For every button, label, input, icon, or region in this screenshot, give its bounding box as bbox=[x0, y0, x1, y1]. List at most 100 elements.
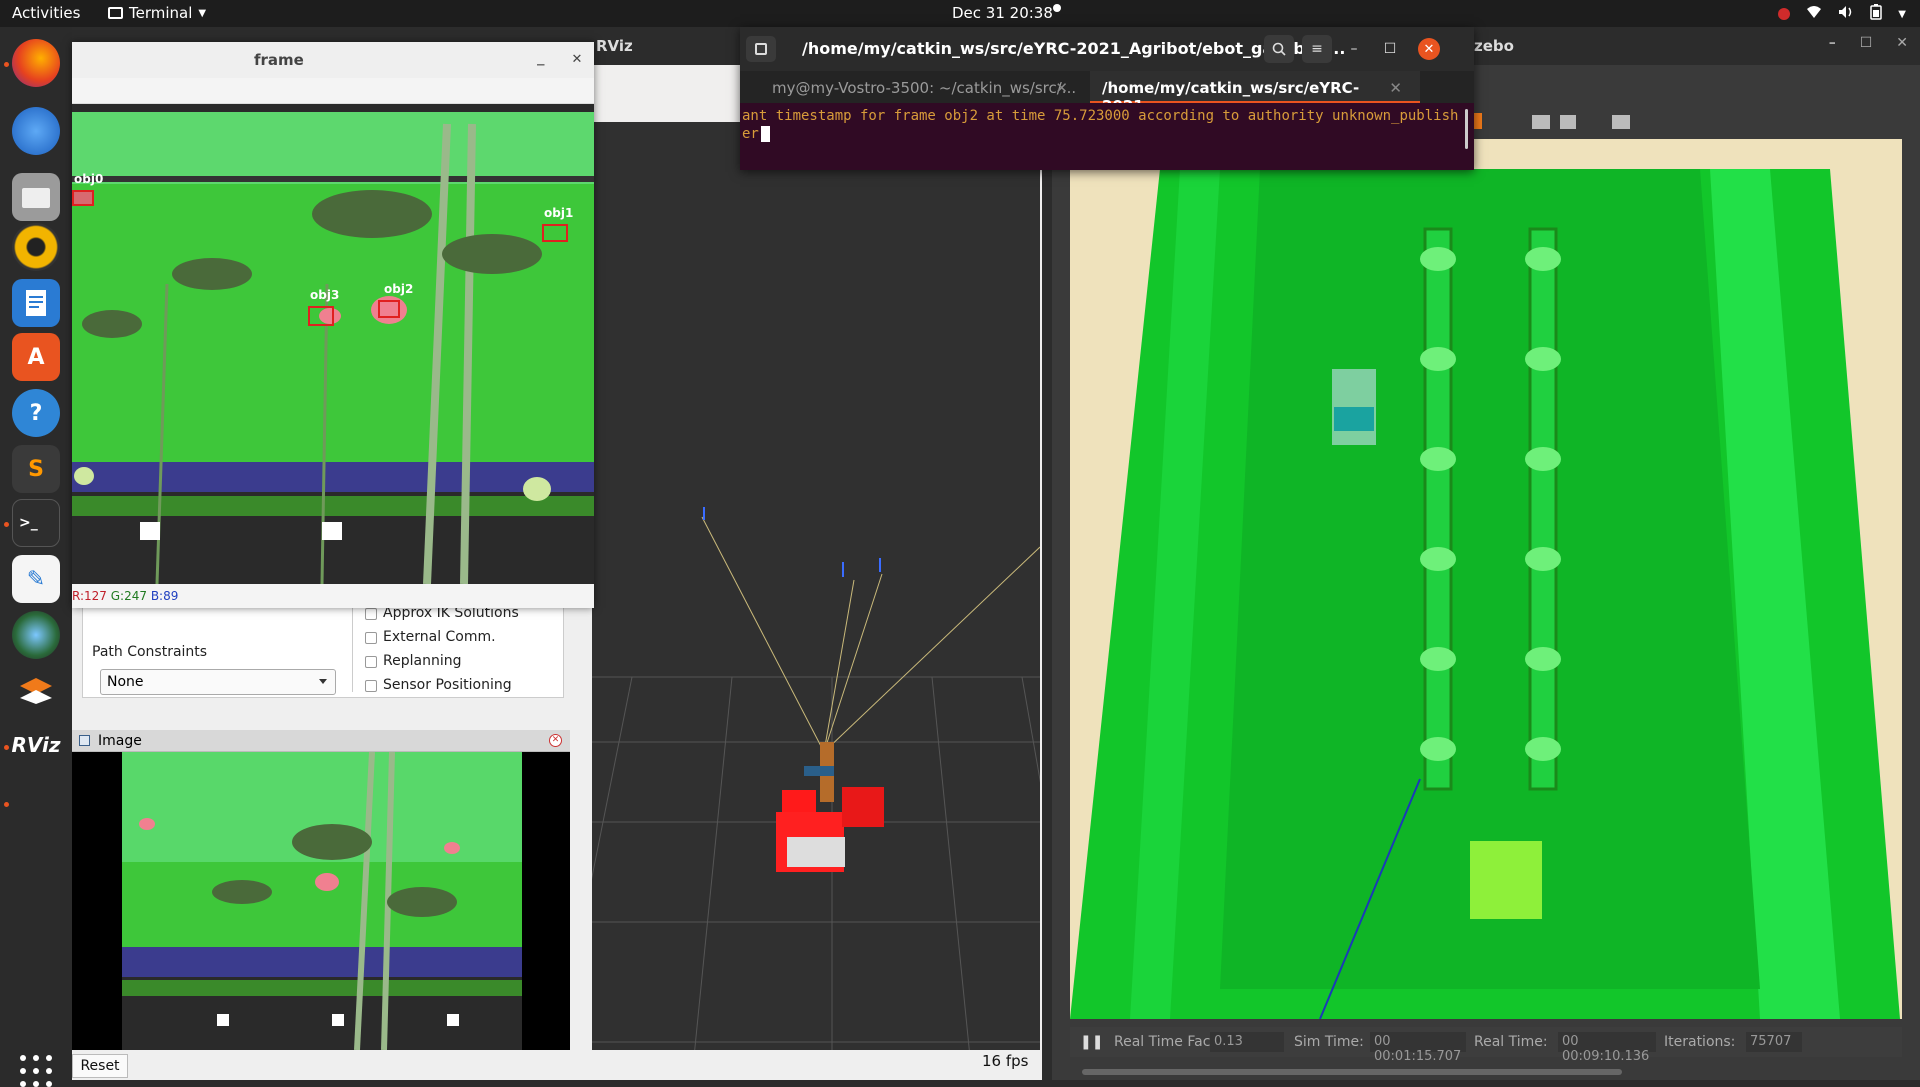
terminal-icon bbox=[108, 7, 123, 19]
record-indicator-icon bbox=[1778, 8, 1791, 20]
terminal-tab-active[interactable]: /home/my/catkin_ws/src/eYRC-2021_... ✕ bbox=[1090, 71, 1420, 115]
close-button[interactable]: ✕ bbox=[1418, 38, 1440, 60]
globe-icon[interactable] bbox=[12, 611, 60, 659]
vertical-scrollbar[interactable] bbox=[1465, 109, 1468, 149]
minimize-button[interactable]: – bbox=[1340, 35, 1368, 63]
rhythmbox-icon[interactable] bbox=[12, 223, 60, 271]
close-icon[interactable]: ✕ bbox=[549, 734, 562, 747]
power-menu-icon: ▼ bbox=[1898, 8, 1906, 20]
window-title: zebo bbox=[1474, 37, 1514, 55]
maximize-button[interactable]: ☐ bbox=[1376, 35, 1404, 63]
close-icon[interactable]: ✕ bbox=[1055, 79, 1068, 97]
external-comm-label: External Comm. bbox=[383, 629, 496, 645]
running-indicator bbox=[4, 522, 9, 527]
close-icon[interactable]: ✕ bbox=[1896, 35, 1908, 51]
replanning-label: Replanning bbox=[383, 653, 462, 669]
iterations-label: Iterations: bbox=[1664, 1034, 1736, 1050]
rviz-status-bar bbox=[592, 1050, 1040, 1080]
gazebo-3d-view[interactable] bbox=[1070, 139, 1902, 1019]
frame-window: frame _ ✕ obj0 obj1 obj2 obj3 R:127 G:24… bbox=[72, 42, 594, 608]
minimize-icon[interactable]: _ bbox=[537, 48, 545, 66]
frame-toolbar bbox=[72, 78, 594, 104]
dock: A ? S >_ ✎ RViz bbox=[0, 27, 72, 1087]
horizontal-scrollbar[interactable] bbox=[1082, 1069, 1622, 1075]
divider bbox=[352, 600, 353, 692]
system-tray[interactable]: ▼ bbox=[1778, 4, 1906, 24]
layers-icon[interactable] bbox=[12, 667, 60, 715]
pixel-g-value: G:247 bbox=[110, 589, 147, 603]
window-title: RViz bbox=[596, 37, 633, 55]
firefox-icon[interactable] bbox=[12, 39, 60, 87]
detection-box-obj0 bbox=[72, 190, 94, 206]
pixel-info-bar: R:127 G:247 B:89 bbox=[72, 584, 594, 608]
image-panel-title: Image bbox=[98, 733, 142, 749]
gazebo-status-bar: ❚❚ Real Time Factor: 0.13 Sim Time: 00 0… bbox=[1070, 1027, 1902, 1064]
close-icon[interactable]: ✕ bbox=[569, 52, 585, 68]
running-indicator bbox=[4, 745, 9, 750]
image-panel bbox=[72, 752, 570, 1050]
approx-ik-checkbox[interactable] bbox=[365, 608, 377, 620]
thunderbird-icon[interactable] bbox=[12, 107, 60, 155]
iterations-value: 75707 bbox=[1746, 1032, 1802, 1052]
wifi-icon bbox=[1806, 5, 1822, 23]
activities-button[interactable]: Activities bbox=[12, 4, 80, 22]
sensor-positioning-label: Sensor Positioning bbox=[383, 677, 512, 693]
new-tab-icon bbox=[755, 43, 767, 55]
app-menu-terminal[interactable]: Terminal ▼ bbox=[108, 4, 206, 22]
writer-icon[interactable] bbox=[12, 279, 60, 327]
image-panel-icon bbox=[79, 735, 90, 746]
terminal-tab[interactable]: my@my-Vostro-3500: ~/catkin_ws/src/... ✕ bbox=[760, 71, 1086, 103]
external-comm-checkbox[interactable] bbox=[365, 632, 377, 644]
terminal-window: /home/my/catkin_ws/src/eYRC-2021_Agribot… bbox=[740, 27, 1474, 170]
real-time-value: 00 00:09:10.136 bbox=[1558, 1032, 1656, 1064]
rviz-icon[interactable]: RViz bbox=[11, 721, 60, 769]
detection-box-obj1 bbox=[542, 224, 568, 242]
search-icon bbox=[1272, 42, 1286, 56]
maximize-icon: ☐ bbox=[1383, 41, 1397, 57]
reset-button[interactable]: Reset bbox=[72, 1054, 128, 1078]
maximize-icon[interactable]: ☐ bbox=[1860, 35, 1873, 51]
path-constraints-label: Path Constraints bbox=[92, 644, 208, 660]
detection-box-obj3 bbox=[308, 306, 334, 326]
terminal-tab-bar: my@my-Vostro-3500: ~/catkin_ws/src/... ✕… bbox=[740, 71, 1474, 133]
real-time-label: Real Time: bbox=[1474, 1034, 1548, 1050]
volume-icon bbox=[1838, 5, 1854, 23]
notification-dot bbox=[1053, 4, 1061, 12]
terminal-output-area[interactable]: ant timestamp for frame obj2 at time 75.… bbox=[740, 103, 1474, 170]
minimize-icon[interactable]: – bbox=[1829, 35, 1836, 51]
detection-box-obj2 bbox=[378, 300, 400, 318]
battery-icon bbox=[1870, 4, 1883, 24]
search-button[interactable] bbox=[1264, 35, 1294, 63]
rtf-value: 0.13 bbox=[1210, 1032, 1284, 1052]
pause-icon[interactable]: ❚❚ bbox=[1080, 1034, 1103, 1050]
software-center-icon[interactable]: A bbox=[12, 333, 60, 381]
path-constraints-select[interactable]: None bbox=[100, 669, 336, 695]
pixel-r-value: R:127 bbox=[72, 589, 107, 603]
terminal-headerbar[interactable]: /home/my/catkin_ws/src/eYRC-2021_Agribot… bbox=[740, 27, 1474, 71]
rviz-3d-view[interactable] bbox=[592, 122, 1040, 1077]
running-indicator bbox=[4, 802, 9, 807]
terminal-output: ant timestamp for frame obj2 at time 75.… bbox=[742, 108, 1459, 142]
terminal-icon[interactable]: >_ bbox=[12, 499, 60, 547]
pixel-b-value: B:89 bbox=[150, 589, 179, 603]
clock[interactable]: Dec 31 20:38 bbox=[952, 4, 1053, 22]
help-icon[interactable]: ? bbox=[12, 389, 60, 437]
running-indicator bbox=[4, 62, 9, 67]
files-icon[interactable] bbox=[12, 173, 60, 221]
image-panel-header[interactable]: Image ✕ bbox=[72, 730, 570, 752]
frame-titlebar[interactable]: frame _ ✕ bbox=[72, 42, 594, 78]
text-editor-icon[interactable]: ✎ bbox=[12, 555, 60, 603]
replanning-checkbox[interactable] bbox=[365, 656, 377, 668]
sim-time-label: Sim Time: bbox=[1294, 1034, 1364, 1050]
detection-view[interactable]: obj0 obj1 obj2 obj3 bbox=[72, 104, 594, 584]
new-tab-button[interactable] bbox=[746, 36, 776, 62]
menu-button[interactable]: ≡ bbox=[1302, 35, 1332, 63]
fps-counter: 16 fps bbox=[982, 1052, 1029, 1070]
app-menu-label: Terminal bbox=[129, 4, 193, 22]
sensor-positioning-checkbox[interactable] bbox=[365, 680, 377, 692]
close-icon[interactable]: ✕ bbox=[1389, 79, 1402, 97]
camera-image bbox=[122, 752, 522, 1050]
sublime-text-icon[interactable]: S bbox=[12, 445, 60, 493]
show-applications-icon[interactable] bbox=[20, 1055, 52, 1087]
path-constraints-value: None bbox=[107, 674, 144, 690]
